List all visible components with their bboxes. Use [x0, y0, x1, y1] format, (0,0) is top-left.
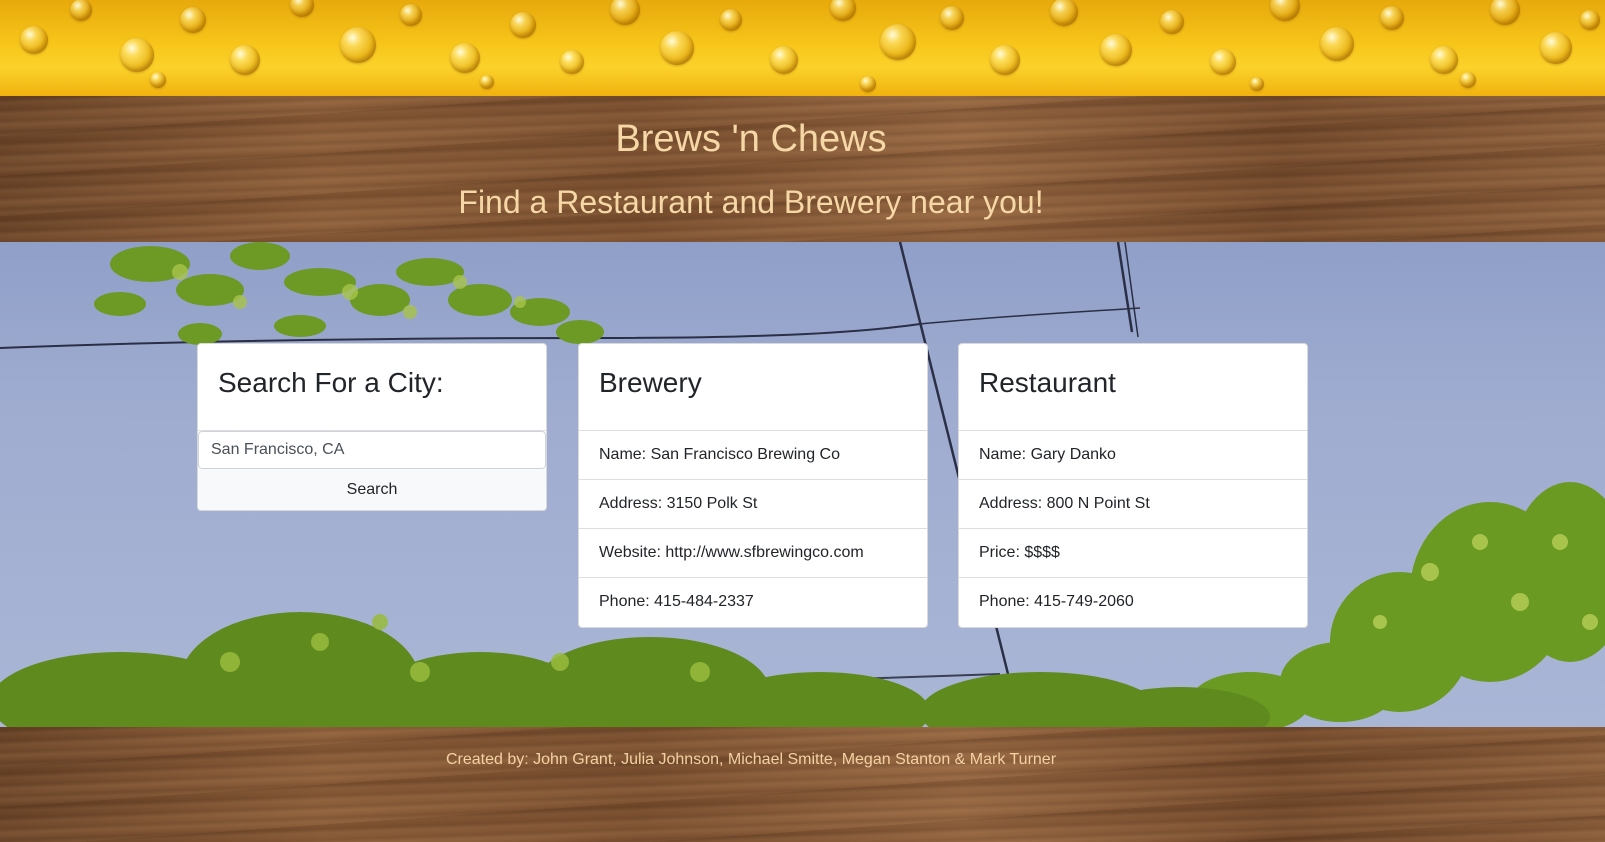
- beer-bubble: [290, 0, 314, 17]
- brewery-website: Website: http://www.sfbrewingco.com: [579, 529, 927, 578]
- beer-bubble: [1460, 72, 1476, 88]
- beer-bubble: [1210, 49, 1236, 75]
- beer-bubble: [1050, 0, 1078, 26]
- restaurant-card: Restaurant Name: Gary Danko Address: 800…: [958, 343, 1308, 628]
- beer-bubble: [1540, 32, 1572, 64]
- hops-background: Search For a City: Search Brewery Name: …: [0, 242, 1605, 727]
- brewery-address: Address: 3150 Polk St: [579, 480, 927, 529]
- beer-bubble: [70, 0, 92, 21]
- beer-bubble: [830, 0, 856, 21]
- brewery-heading: Brewery: [579, 344, 927, 431]
- site-subtitle: Find a Restaurant and Brewery near you!: [458, 184, 1044, 220]
- beer-banner-image: [0, 0, 1605, 96]
- city-search-input[interactable]: [198, 431, 546, 469]
- beer-bubble: [120, 38, 154, 72]
- restaurant-price: Price: $$$$: [959, 529, 1307, 578]
- beer-bubble: [1270, 0, 1300, 21]
- beer-bubble: [230, 45, 260, 75]
- beer-bubble: [860, 76, 876, 92]
- restaurant-phone: Phone: 415-749-2060: [979, 593, 1134, 610]
- site-footer: Created by: John Grant, Julia Johnson, M…: [0, 727, 1605, 842]
- restaurant-address: Address: 800 N Point St: [959, 480, 1307, 529]
- restaurant-name: Name: Gary Danko: [959, 431, 1307, 480]
- beer-bubble: [450, 43, 480, 73]
- beer-bubble: [1320, 27, 1354, 61]
- footer-credits: Created by: John Grant, Julia Johnson, M…: [445, 751, 1057, 768]
- beer-bubble: [880, 24, 916, 60]
- restaurant-heading: Restaurant: [959, 344, 1307, 431]
- beer-bubble: [510, 12, 536, 38]
- search-heading: Search For a City:: [198, 344, 546, 431]
- search-button[interactable]: Search: [198, 469, 546, 510]
- beer-bubble: [1430, 46, 1458, 74]
- beer-bubble: [400, 4, 422, 26]
- beer-bubble: [990, 45, 1020, 75]
- beer-bubble: [720, 9, 742, 31]
- beer-bubble: [1490, 0, 1520, 25]
- beer-bubble: [610, 0, 640, 25]
- site-title: Brews 'n Chews: [615, 118, 887, 160]
- search-card: Search For a City: Search: [197, 343, 547, 511]
- beer-bubble: [560, 50, 584, 74]
- beer-bubble: [660, 31, 694, 65]
- beer-bubble: [1380, 6, 1404, 30]
- beer-bubble: [340, 27, 376, 63]
- beer-bubble: [20, 26, 48, 54]
- brewery-name: Name: San Francisco Brewing Co: [579, 431, 927, 480]
- beer-bubble: [1160, 10, 1184, 34]
- site-header: Brews 'n Chews Find a Restaurant and Bre…: [0, 96, 1605, 242]
- beer-bubble: [1100, 34, 1132, 66]
- beer-bubble: [1250, 77, 1264, 91]
- beer-bubble: [1580, 10, 1600, 30]
- brewery-card: Brewery Name: San Francisco Brewing Co A…: [578, 343, 928, 628]
- beer-bubble: [180, 7, 206, 33]
- beer-bubble: [150, 72, 166, 88]
- beer-bubble: [770, 46, 798, 74]
- beer-bubble: [940, 6, 964, 30]
- brewery-phone: Phone: 415-484-2337: [599, 593, 754, 610]
- beer-bubble: [480, 75, 494, 89]
